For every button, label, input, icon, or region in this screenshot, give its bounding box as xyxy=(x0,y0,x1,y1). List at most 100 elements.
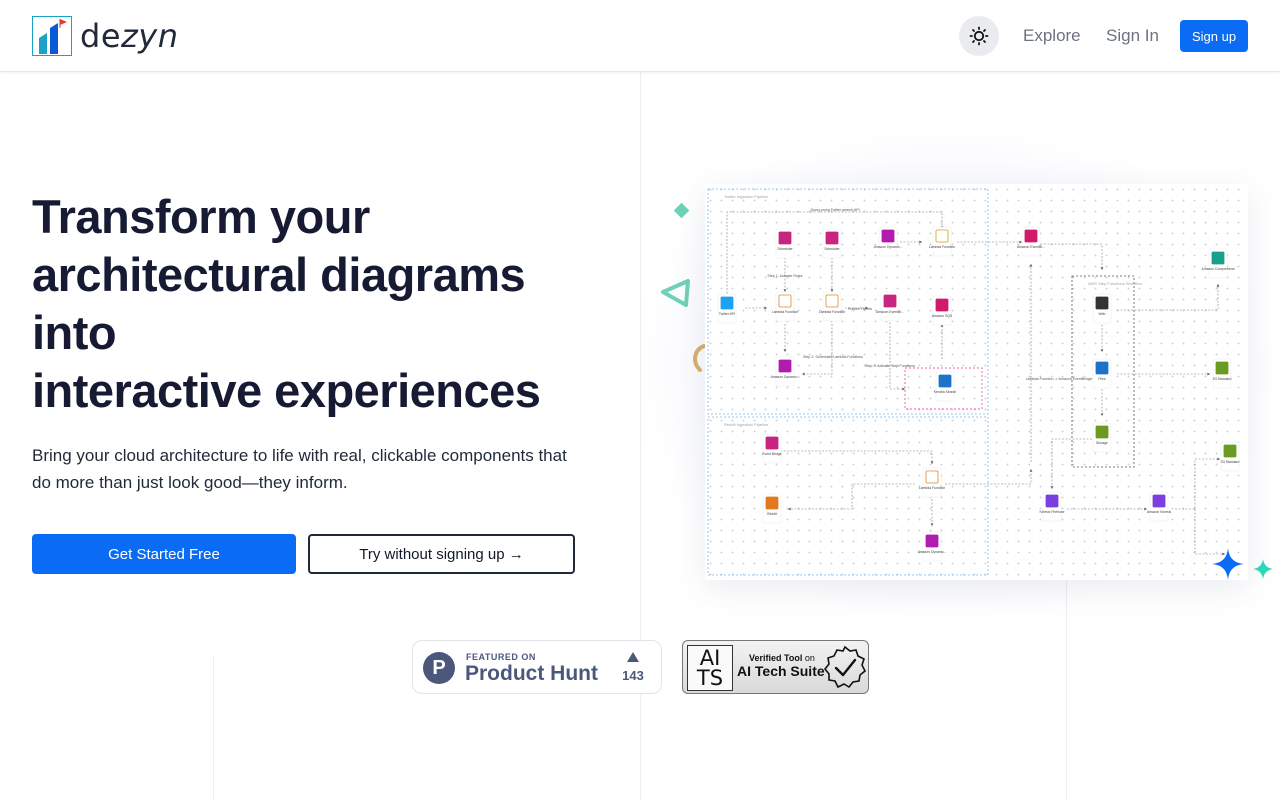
diagram-node: Amazon Dynamo... xyxy=(874,226,903,257)
nav-explore-link[interactable]: Explore xyxy=(1023,24,1081,48)
hero-title-line: into xyxy=(32,306,117,359)
get-started-button[interactable]: Get Started Free xyxy=(32,534,296,574)
product-hunt-featured-label: FEATURED ON xyxy=(466,652,536,662)
hero-title-line: Transform your xyxy=(32,190,370,243)
diagram-arrowhead xyxy=(930,523,934,526)
diagram-node: Web xyxy=(1092,293,1112,324)
diagram-node-label: Reddit xyxy=(767,512,777,516)
diagram-arrowhead xyxy=(1050,486,1054,489)
diagram-node-label: Amazon Dynamo... xyxy=(918,550,947,554)
diagram-node: Lambda Function xyxy=(929,226,955,257)
diagram-node-label: Amazon EventBr... xyxy=(1017,245,1045,249)
aits-logo-icon: AI TS xyxy=(687,645,733,691)
diagram-node: S3 Standard xyxy=(1221,441,1240,472)
diagram-arrowhead xyxy=(788,507,791,511)
sign-up-button[interactable]: Sign up xyxy=(1180,20,1248,52)
diagram-arrowhead xyxy=(1019,240,1022,244)
product-hunt-logo-icon: P xyxy=(423,652,455,684)
diagram-node: Event Bridge xyxy=(762,433,782,464)
dezyn-logo[interactable]: dezyn xyxy=(32,16,179,56)
diagram-arrowhead xyxy=(764,306,767,310)
diagram-node: Amazon EventBr... xyxy=(1017,226,1045,257)
logo-mark-icon xyxy=(32,16,72,56)
diagram-node: Kendra Search xyxy=(934,371,957,402)
diagram-arrowhead xyxy=(919,240,922,244)
diagram-node: Files xyxy=(1092,358,1112,389)
hero-title-line: interactive experiences xyxy=(32,362,612,420)
diagram-arrowhead xyxy=(1100,413,1104,416)
architecture-diagram-preview[interactable]: Twitter Ingestion Pipeline Reddit Ingesti… xyxy=(705,184,1248,580)
diagram-arrowhead xyxy=(802,372,805,376)
diagram-node-label: Storage xyxy=(1096,441,1108,445)
diagram-edge-label: Publish Tweets xyxy=(848,307,872,311)
diagram-node-label: Scheduler xyxy=(824,247,840,251)
diagram-arrowhead xyxy=(1100,349,1104,352)
diagram-group-label: Reddit Ingestion Pipeline xyxy=(724,422,769,427)
diagram-node: S3 Standard xyxy=(1213,358,1232,389)
diagram-node-label: Amazon Kinesis xyxy=(1147,510,1172,514)
decor-triangle-icon xyxy=(661,279,690,307)
diagram-edge-label: Lambda Function -> Amazon EventBridge xyxy=(1026,377,1093,381)
diagram-arrowhead xyxy=(830,289,834,292)
diagram-arrowhead xyxy=(783,349,787,352)
sun-icon xyxy=(969,26,989,46)
diagram-node-label: Web xyxy=(1099,312,1106,316)
diagram-node: Amazon Kinesis xyxy=(1147,491,1172,522)
diagram-node: Reddit xyxy=(762,493,782,524)
diagram-node-label: Amazon EventBr... xyxy=(876,310,904,314)
diagram-node-label: Amazon Dynamo... xyxy=(874,245,903,249)
logo-wordmark: dezyn xyxy=(80,17,179,55)
diagram-node: Amazon Dynamo... xyxy=(918,531,947,562)
product-hunt-upvote-count: 143 xyxy=(622,668,644,683)
diagram-edge xyxy=(1117,284,1219,311)
diagram-edge xyxy=(802,324,833,375)
diagram-node-label: Lambda Function xyxy=(919,486,945,490)
sparkle-small-icon xyxy=(1253,559,1273,579)
diagram-node: Scheduler xyxy=(822,228,842,259)
diagram-arrowhead xyxy=(902,387,905,391)
diagram-arrowhead xyxy=(930,461,934,464)
diagram-group-label: Twitter Ingestion Pipeline xyxy=(724,194,769,199)
hero-subtitle: Bring your cloud architecture to life wi… xyxy=(32,446,567,492)
diagram-node-label: Scheduler xyxy=(777,247,793,251)
hero-title-highlight: interactive xyxy=(32,364,262,417)
diagram-arrowhead xyxy=(783,289,787,292)
diagram-node: Kinesis Firehose xyxy=(1039,491,1065,522)
nav-sign-in-link[interactable]: Sign In xyxy=(1106,24,1159,48)
diagram-node-label: Kendra Search xyxy=(934,390,957,394)
diagram-arrowhead xyxy=(1029,469,1033,472)
diagram-node-label: Amazon Comprehend xyxy=(1202,267,1235,271)
product-hunt-name: Product Hunt xyxy=(465,662,598,685)
diagram-node: Lambda Function xyxy=(819,291,845,322)
product-hunt-badge[interactable]: P FEATURED ON Product Hunt 143 xyxy=(412,640,662,694)
ai-tech-suite-badge[interactable]: AI TS Verified Tool on AI Tech Suite xyxy=(682,640,869,694)
diagram-node-label: Files xyxy=(1098,377,1105,381)
top-nav-bar: dezyn Explore Sign In Sign up xyxy=(0,0,1280,72)
aits-verified-label: Verified Tool on xyxy=(749,653,815,663)
diagram-edge-label: Step 3: Activate Step Functions xyxy=(865,364,915,368)
diagram-node-label: Amazon Dynamo... xyxy=(771,375,800,379)
hero-title-line: architectural diagrams xyxy=(32,248,526,301)
try-without-signup-button[interactable]: Try without signing up → xyxy=(308,534,575,574)
diagram-node: Amazon EventBr... xyxy=(876,291,904,322)
diagram-edge xyxy=(1175,458,1220,510)
diagram-node: Lambda Function xyxy=(919,467,945,498)
diagram-node-label: Kinesis Firehose xyxy=(1039,510,1064,514)
diagram-node-label: S3 Standard xyxy=(1221,460,1240,464)
hero-title: Transform your architectural diagrams in… xyxy=(32,188,612,420)
diagram-edge xyxy=(889,319,905,390)
diagram-edge xyxy=(1037,243,1103,270)
theme-toggle-button[interactable] xyxy=(959,16,999,56)
triangle-up-icon xyxy=(627,652,639,662)
decor-diamond-icon xyxy=(673,202,690,219)
diagram-node: Amazon SQS xyxy=(932,295,953,326)
hero-title-rest: experiences xyxy=(261,364,541,417)
diagram-node-label: Twitter API xyxy=(719,312,735,316)
sparkle-icon xyxy=(1212,548,1244,580)
diagram-edge-label: Step 1: Activate Rules xyxy=(767,274,802,278)
diagram-edge-label: Query using Twitter search API xyxy=(810,208,859,212)
diagram-node-label: Lambda Function xyxy=(929,245,955,249)
diagram-group-label: AWS Step Functions Workflow xyxy=(1088,281,1142,286)
diagram-node-label: Amazon SQS xyxy=(932,314,953,318)
diagram-edge xyxy=(780,450,933,464)
